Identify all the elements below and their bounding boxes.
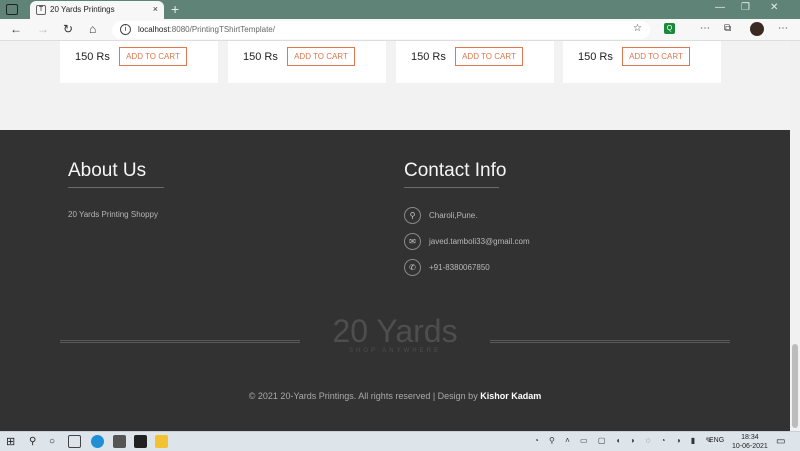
url-host: localhost	[138, 25, 170, 34]
reading-list-icon[interactable]: ⋯	[700, 23, 710, 34]
page-viewport: 150 Rs ADD TO CART 150 Rs ADD TO CART 15…	[0, 41, 790, 431]
profile-avatar[interactable]	[750, 22, 764, 36]
edge-browser-icon[interactable]	[91, 435, 104, 448]
product-card: 150 Rs ADD TO CART	[228, 41, 386, 83]
clock[interactable]: 18:34 10-06-2021	[732, 433, 768, 451]
logo-tagline: SHOP ANYWHERE	[349, 348, 441, 354]
site-info-icon[interactable]: i	[120, 24, 131, 35]
contact-email-text[interactable]: javed.tamboli33@gmail.com	[429, 237, 530, 246]
product-card: 150 Rs ADD TO CART	[60, 41, 218, 83]
mail-icon: ✉	[404, 233, 421, 250]
close-tab-icon[interactable]: ×	[153, 4, 158, 14]
phone-icon: ✆	[404, 259, 421, 276]
about-underline	[68, 187, 164, 188]
settings-menu-icon[interactable]: ⋯	[778, 23, 788, 34]
product-card: 150 Rs ADD TO CART	[563, 41, 721, 83]
browser-toolbar: ← → ↻ ⌂ i localhost:8080/PrintingTShirtT…	[0, 19, 800, 41]
start-icon[interactable]: ⊞	[6, 435, 15, 448]
browser-tab-bar: T 20 Yards Printings × + — ❐ ✕	[0, 0, 800, 19]
product-card: 150 Rs ADD TO CART	[396, 41, 554, 83]
minimize-icon[interactable]: —	[715, 2, 725, 13]
designer-name[interactable]: Kishor Kadam	[480, 391, 541, 401]
footer-logo[interactable]: 20 Yards SHOP ANYWHERE	[300, 314, 490, 354]
left-divider	[60, 340, 300, 343]
windows-taskbar: ⊞ ⚲ ○ ◔ ⚲ ˄ ▭ ▢ ◖ ◗ ◌ ◔ ◑ ▮ ✎ ENG 18:34 …	[0, 431, 800, 451]
app-icon[interactable]	[113, 435, 126, 448]
clock-date: 10-06-2021	[732, 443, 768, 450]
scrollbar-thumb[interactable]	[792, 344, 798, 428]
contact-underline	[404, 187, 499, 188]
tab-title: 20 Yards Printings	[50, 5, 115, 14]
add-to-cart-button[interactable]: ADD TO CART	[622, 47, 690, 66]
clock-time: 18:34	[741, 434, 759, 441]
extension-icon[interactable]: Q	[664, 23, 675, 34]
site-footer: About Us 20 Yards Printing Shoppy Contac…	[0, 130, 790, 431]
tab-favicon-icon: T	[36, 5, 46, 15]
browser-tab[interactable]: T 20 Yards Printings ×	[30, 1, 164, 19]
right-divider	[490, 340, 730, 343]
terminal-icon[interactable]	[134, 435, 147, 448]
reload-icon[interactable]: ↻	[63, 22, 73, 36]
system-tray-icons[interactable]: ◔ ⚲ ˄ ▭ ▢ ◖ ◗ ◌ ◔ ◑ ▮ ✎	[534, 436, 716, 445]
address-bar[interactable]: i localhost:8080/PrintingTShirtTemplate/…	[112, 21, 650, 39]
add-favorite-icon[interactable]: ☆	[633, 23, 642, 34]
restore-icon[interactable]: ❐	[741, 2, 750, 13]
product-price: 150 Rs	[243, 51, 278, 63]
copyright-text: © 2021 20-Yards Printings. All rights re…	[248, 391, 481, 401]
product-price: 150 Rs	[578, 51, 613, 63]
page-scrollbar[interactable]	[790, 41, 800, 431]
product-price: 150 Rs	[75, 51, 110, 63]
store-app-icon[interactable]	[68, 435, 81, 448]
contact-address-text: Charoli,Pune.	[429, 211, 478, 220]
new-tab-button[interactable]: +	[171, 1, 179, 17]
back-arrow-icon[interactable]: ←	[10, 22, 22, 36]
url-path: :8080/PrintingTShirtTemplate/	[169, 25, 275, 34]
window-menu-icon[interactable]	[6, 4, 18, 15]
about-title: About Us	[68, 160, 147, 181]
search-icon[interactable]: ⚲	[29, 436, 36, 447]
url-text: localhost:8080/PrintingTShirtTemplate/	[138, 25, 275, 34]
logo-text: 20 Yards	[332, 313, 458, 349]
language-indicator[interactable]: ENG	[709, 437, 724, 444]
product-price: 150 Rs	[411, 51, 446, 63]
add-to-cart-button[interactable]: ADD TO CART	[287, 47, 355, 66]
copyright: © 2021 20-Yards Printings. All rights re…	[0, 391, 790, 401]
forward-arrow-icon[interactable]: →	[37, 22, 49, 36]
home-icon[interactable]: ⌂	[89, 22, 96, 36]
contact-title: Contact Info	[404, 160, 507, 181]
notifications-icon[interactable]: ▭	[776, 436, 785, 447]
add-to-cart-button[interactable]: ADD TO CART	[455, 47, 523, 66]
window-close-icon[interactable]: ✕	[770, 2, 778, 13]
contact-phone-text[interactable]: +91-8380067850	[429, 263, 490, 272]
about-text: 20 Yards Printing Shoppy	[68, 210, 158, 219]
task-view-icon[interactable]: ○	[49, 436, 55, 447]
collections-icon[interactable]: ⧉	[724, 23, 731, 34]
file-explorer-icon[interactable]	[155, 435, 168, 448]
add-to-cart-button[interactable]: ADD TO CART	[119, 47, 187, 66]
location-icon: ⚲	[404, 207, 421, 224]
